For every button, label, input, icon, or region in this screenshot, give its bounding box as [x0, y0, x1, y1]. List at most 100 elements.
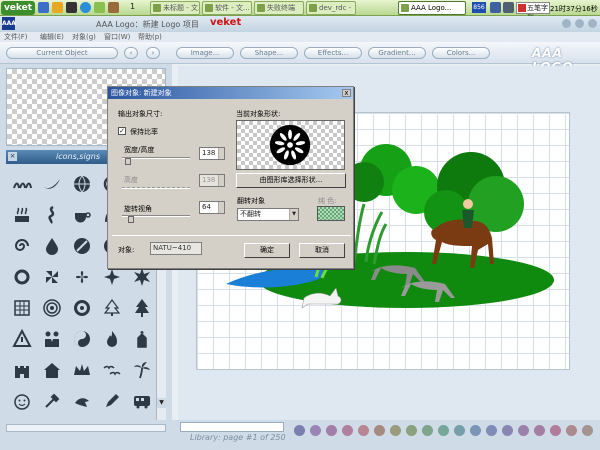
- color-swatch[interactable]: [438, 425, 449, 436]
- task-item[interactable]: 未标题 - 文...: [150, 1, 200, 15]
- library-item[interactable]: [68, 325, 96, 353]
- task-item-active[interactable]: AAA Logo...: [398, 1, 466, 15]
- menu-window[interactable]: 窗口(W): [104, 32, 130, 42]
- library-item[interactable]: [38, 201, 66, 229]
- color-swatch[interactable]: [518, 425, 529, 436]
- chevron-down-icon[interactable]: ▼: [289, 209, 298, 220]
- library-item[interactable]: [98, 387, 126, 415]
- color-swatch[interactable]: [470, 425, 481, 436]
- library-item[interactable]: [8, 201, 36, 229]
- colors-button[interactable]: Colors...: [432, 47, 490, 59]
- next-object-button[interactable]: ›: [146, 47, 160, 59]
- color-swatch[interactable]: [390, 425, 401, 436]
- color-swatch[interactable]: [454, 425, 465, 436]
- rotation-input[interactable]: 64: [199, 201, 225, 214]
- current-object-button[interactable]: Current Object: [6, 47, 118, 59]
- color-swatch[interactable]: [406, 425, 417, 436]
- spinner-arrows-icon[interactable]: [218, 148, 224, 159]
- zoom-slider[interactable]: [180, 422, 284, 432]
- library-item[interactable]: [128, 294, 156, 322]
- network-icon[interactable]: [490, 2, 501, 13]
- close-button[interactable]: [588, 19, 597, 28]
- keep-ratio-checkbox[interactable]: ✓: [118, 127, 126, 135]
- menu-file[interactable]: 文件(F): [4, 32, 28, 42]
- library-item[interactable]: [68, 201, 96, 229]
- library-item[interactable]: [8, 356, 36, 384]
- library-item[interactable]: [68, 232, 96, 260]
- cancel-button[interactable]: 取消: [299, 243, 345, 258]
- image-button[interactable]: Image...: [176, 47, 234, 59]
- effects-button[interactable]: Effects...: [304, 47, 362, 59]
- library-item[interactable]: [68, 356, 96, 384]
- task-item[interactable]: dev_rdc -: [306, 1, 356, 15]
- library-item[interactable]: [38, 294, 66, 322]
- library-item[interactable]: [8, 263, 36, 291]
- width-height-slider[interactable]: [122, 157, 190, 159]
- slider-thumb[interactable]: [128, 216, 134, 223]
- library-item[interactable]: [68, 263, 96, 291]
- width-height-input[interactable]: 138: [199, 147, 225, 160]
- maximize-button[interactable]: [575, 19, 584, 28]
- scroll-down-icon[interactable]: ▼: [157, 398, 166, 408]
- workspace-number[interactable]: 1: [130, 2, 135, 11]
- minimize-button[interactable]: [562, 19, 571, 28]
- ok-button[interactable]: 确定: [244, 243, 290, 258]
- library-item[interactable]: [98, 356, 126, 384]
- prev-object-button[interactable]: ‹: [124, 47, 138, 59]
- library-item[interactable]: [98, 294, 126, 322]
- library-item[interactable]: [128, 356, 156, 384]
- start-button[interactable]: veket: [1, 1, 35, 15]
- file-manager-icon[interactable]: [94, 2, 105, 13]
- library-item[interactable]: [38, 356, 66, 384]
- close-icon[interactable]: ×: [8, 152, 17, 161]
- library-item[interactable]: [38, 325, 66, 353]
- library-item[interactable]: [38, 232, 66, 260]
- library-item[interactable]: [38, 387, 66, 415]
- flip-select[interactable]: 不翻转 ▼: [237, 208, 299, 221]
- library-item[interactable]: [38, 170, 66, 198]
- color-swatch[interactable]: [326, 425, 337, 436]
- color-swatch[interactable]: [582, 425, 593, 436]
- task-item[interactable]: 失败终端: [254, 1, 304, 15]
- color-swatch[interactable]: [486, 425, 497, 436]
- color-swatch[interactable]: [534, 425, 545, 436]
- library-item[interactable]: [38, 263, 66, 291]
- settings-icon[interactable]: [52, 2, 63, 13]
- color-swatch[interactable]: [566, 425, 577, 436]
- color-swatch[interactable]: [550, 425, 561, 436]
- color-swatch[interactable]: [374, 425, 385, 436]
- color-swatch[interactable]: [317, 206, 345, 221]
- volume-icon[interactable]: [503, 2, 514, 13]
- tools-icon[interactable]: [108, 2, 119, 13]
- color-swatch[interactable]: [294, 425, 305, 436]
- library-item[interactable]: [8, 170, 36, 198]
- browser-icon[interactable]: [80, 2, 91, 13]
- spinner-arrows-icon[interactable]: [218, 202, 224, 213]
- color-swatch[interactable]: [310, 425, 321, 436]
- slider-thumb[interactable]: [125, 158, 131, 165]
- color-swatch[interactable]: [342, 425, 353, 436]
- library-item[interactable]: [8, 325, 36, 353]
- color-swatch[interactable]: [422, 425, 433, 436]
- library-item[interactable]: [68, 170, 96, 198]
- library-item[interactable]: [98, 325, 126, 353]
- library-item[interactable]: [68, 387, 96, 415]
- terminal-icon[interactable]: [66, 2, 77, 13]
- library-item[interactable]: [8, 232, 36, 260]
- task-item[interactable]: 软件 - 文...: [202, 1, 252, 15]
- library-item[interactable]: [8, 294, 36, 322]
- menu-edit[interactable]: 编辑(E): [40, 32, 64, 42]
- gradient-button[interactable]: Gradient...: [368, 47, 426, 59]
- home-icon[interactable]: [38, 2, 49, 13]
- menu-object[interactable]: 对象(g): [72, 32, 96, 42]
- library-item[interactable]: [68, 294, 96, 322]
- library-item[interactable]: [8, 387, 36, 415]
- shape-button[interactable]: Shape...: [240, 47, 298, 59]
- menu-help[interactable]: 帮助(p): [138, 32, 162, 42]
- close-icon[interactable]: x: [342, 89, 351, 97]
- horizontal-scrollbar[interactable]: [6, 424, 166, 432]
- choose-shape-button[interactable]: 由图形库选择形状...: [236, 173, 346, 188]
- ime-indicator[interactable]: 五笔字型: [516, 2, 550, 22]
- library-item[interactable]: [128, 387, 156, 415]
- color-swatch[interactable]: [358, 425, 369, 436]
